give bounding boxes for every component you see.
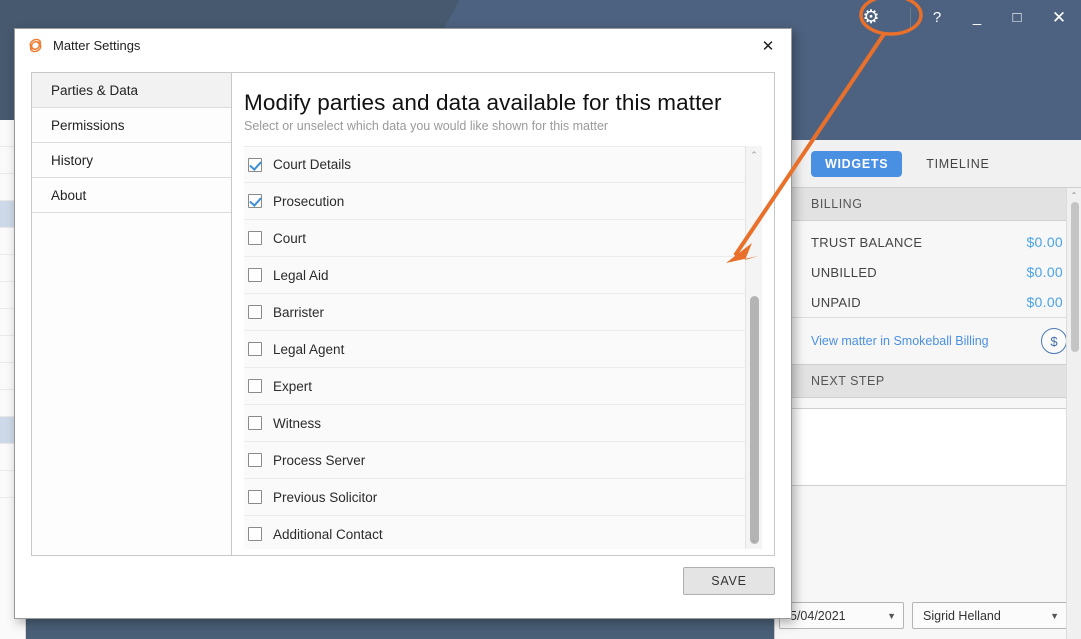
list-item-label: Legal Aid (273, 267, 329, 283)
date-dropdown-value: 5/04/2021 (790, 608, 846, 623)
list-item-label: Legal Agent (273, 341, 345, 357)
unbilled-value: $0.00 (1026, 264, 1063, 280)
dialog-body: Parties & Data Permissions History About… (31, 72, 775, 556)
view-matter-billing-link[interactable]: View matter in Smokeball Billing (775, 334, 989, 348)
list-item-label: Barrister (273, 304, 325, 320)
unpaid-value: $0.00 (1026, 294, 1063, 310)
list-item-label: Court Details (273, 157, 352, 172)
page-subtitle: Select or unselect which data you would … (244, 119, 609, 133)
dollar-icon[interactable]: $ (1041, 328, 1067, 354)
list-item[interactable]: Legal Agent (244, 331, 745, 368)
parties-list: Court Details Prosecution Court Legal Ai… (244, 146, 745, 549)
scroll-down-icon[interactable]: ⌄ (746, 534, 762, 545)
panel-tabs: WIDGETS TIMELINE (775, 140, 1081, 188)
sidebar-item-label: Permissions (51, 117, 125, 133)
sidebar-item-about[interactable]: About (32, 178, 231, 213)
dialog-content: Modify parties and data available for th… (232, 73, 774, 555)
checkbox-icon[interactable] (248, 157, 262, 172)
date-dropdown[interactable]: 5/04/2021 ▼ (779, 602, 904, 629)
chevron-down-icon: ▼ (1050, 610, 1059, 621)
scroll-up-icon[interactable]: ⌃ (1067, 188, 1081, 200)
list-item[interactable]: Court (244, 220, 745, 257)
list-item[interactable]: Expert (244, 368, 745, 405)
trust-balance-row: TRUST BALANCE $0.00 (775, 227, 1081, 257)
dialog-titlebar: Matter Settings ✕ (15, 29, 791, 62)
unpaid-row: UNPAID $0.00 (775, 287, 1081, 317)
list-item-label: Expert (273, 378, 313, 394)
list-item-label: Additional Contact (273, 526, 383, 542)
checkbox-icon[interactable] (248, 268, 262, 282)
smokeball-logo-icon (27, 37, 44, 54)
parties-list-wrapper: Court Details Prosecution Court Legal Ai… (244, 146, 762, 549)
divider (910, 7, 911, 27)
panel-bottom-controls: 5/04/2021 ▼ Sigrid Helland ▼ (775, 602, 1073, 629)
sidebar-item-label: History (51, 152, 94, 168)
list-scrollbar[interactable]: ⌃ ⌄ (745, 146, 762, 549)
list-item[interactable]: Additional Contact (244, 516, 745, 549)
trust-balance-label: TRUST BALANCE (811, 234, 923, 250)
panel-scrollbar-thumb[interactable] (1071, 202, 1079, 352)
tab-widgets[interactable]: WIDGETS (811, 150, 903, 177)
sidebar-item-label: Parties & Data (51, 82, 139, 98)
save-button[interactable]: SAVE (683, 567, 775, 595)
dialog-close-button[interactable]: ✕ (753, 33, 783, 59)
list-item[interactable]: Witness (244, 405, 745, 442)
list-item-label: Process Server (273, 452, 366, 468)
list-scrollbar-thumb[interactable] (750, 296, 759, 544)
settings-gear-button[interactable]: ⚙ (844, 0, 898, 34)
dialog-title: Matter Settings (53, 38, 141, 53)
next-step-note-field[interactable] (775, 408, 1071, 486)
trust-balance-value: $0.00 (1026, 234, 1063, 250)
close-button[interactable]: ✕ (1037, 1, 1081, 33)
page-title: Modify parties and data available for th… (244, 90, 722, 115)
list-item-label: Witness (273, 415, 322, 431)
checkbox-icon[interactable] (248, 453, 262, 467)
checkbox-icon[interactable] (248, 379, 262, 393)
dialog-sidebar: Parties & Data Permissions History About (32, 73, 232, 555)
matter-settings-dialog: Matter Settings ✕ Parties & Data Permiss… (14, 28, 792, 619)
checkbox-icon[interactable] (248, 194, 262, 208)
window-controls: ⚙ ? _ □ ✕ (844, 0, 1081, 34)
checkbox-icon[interactable] (248, 490, 262, 504)
panel-scrollbar[interactable]: ⌃ (1066, 188, 1081, 639)
minimize-button[interactable]: _ (957, 1, 997, 33)
checkbox-icon[interactable] (248, 527, 262, 541)
next-step-section-header: NEXT STEP (775, 364, 1081, 398)
unbilled-row: UNBILLED $0.00 (775, 257, 1081, 287)
scroll-up-icon[interactable]: ⌃ (746, 150, 762, 161)
billing-section-header: BILLING (775, 188, 1081, 221)
checkbox-icon[interactable] (248, 342, 262, 356)
widgets-panel: WIDGETS TIMELINE BILLING TRUST BALANCE $… (774, 140, 1081, 639)
list-item-label: Court (273, 230, 307, 246)
list-item[interactable]: Process Server (244, 442, 745, 479)
checkbox-icon[interactable] (248, 416, 262, 430)
sidebar-item-label: About (51, 187, 87, 203)
user-dropdown-value: Sigrid Helland (923, 608, 1001, 623)
list-item-label: Previous Solicitor (273, 489, 378, 505)
maximize-button[interactable]: □ (997, 1, 1037, 33)
tab-timeline[interactable]: TIMELINE (912, 151, 1003, 177)
sidebar-item-history[interactable]: History (32, 143, 231, 178)
sidebar-item-permissions[interactable]: Permissions (32, 108, 231, 143)
help-button[interactable]: ? (917, 1, 957, 33)
gear-icon: ⚙ (862, 6, 880, 28)
list-item[interactable]: Legal Aid (244, 257, 745, 294)
list-item[interactable]: Barrister (244, 294, 745, 331)
dialog-footer: SAVE (15, 556, 791, 618)
list-item-label: Prosecution (273, 193, 345, 209)
list-item[interactable]: Previous Solicitor (244, 479, 745, 516)
checkbox-icon[interactable] (248, 231, 262, 245)
chevron-down-icon: ▼ (887, 610, 896, 621)
list-item[interactable]: Prosecution (244, 183, 745, 220)
list-item[interactable]: Court Details (244, 146, 745, 183)
checkbox-icon[interactable] (248, 305, 262, 319)
user-dropdown[interactable]: Sigrid Helland ▼ (912, 602, 1067, 629)
sidebar-item-parties-and-data[interactable]: Parties & Data (32, 73, 231, 108)
billing-link-row: View matter in Smokeball Billing $ (775, 317, 1081, 364)
